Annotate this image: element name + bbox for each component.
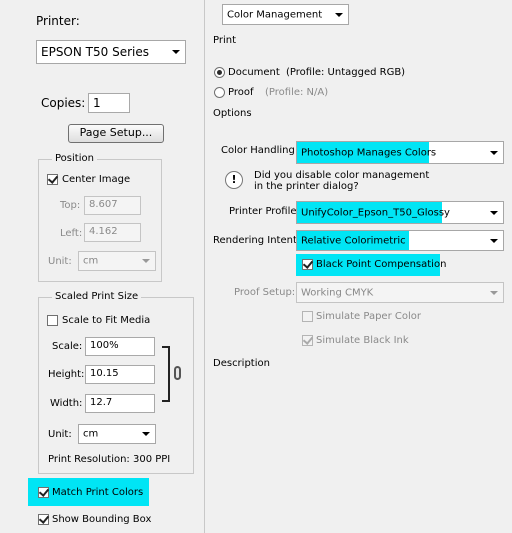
scaled-unit-label: Unit: [48, 429, 72, 440]
simulate-black-checkbox [302, 334, 314, 346]
scaled-print-size-title: Scaled Print Size [52, 291, 142, 302]
position-unit-label: Unit: [48, 256, 72, 267]
chevron-down-icon [490, 210, 498, 215]
chevron-down-icon [490, 150, 498, 155]
constrain-bracket [162, 346, 170, 402]
chevron-down-icon [490, 290, 498, 295]
black-point-checkbox[interactable] [302, 258, 314, 270]
chevron-down-icon [335, 12, 343, 17]
check-icon [38, 513, 50, 524]
chevron-down-icon [490, 238, 498, 243]
chevron-down-icon [172, 50, 180, 54]
color-handling-dropdown[interactable]: Photoshop Manages Colors [296, 141, 504, 164]
warning-icon: ! [225, 171, 243, 189]
scale-input[interactable]: 100% [85, 337, 155, 356]
document-profile: (Profile: Untagged RGB) [286, 67, 406, 78]
panel-divider [204, 0, 205, 533]
left-label: Left: [60, 228, 83, 239]
description-heading: Description [213, 358, 270, 369]
link-icon[interactable] [174, 366, 181, 380]
proof-setup-dropdown: Working CMYK [296, 282, 504, 303]
show-bounding-box-checkbox[interactable] [38, 513, 50, 525]
position-unit-value: cm [83, 255, 99, 267]
position-unit-dropdown: cm [78, 251, 156, 271]
scaled-unit-value: cm [83, 428, 99, 440]
page-setup-button[interactable]: Page Setup... [68, 124, 164, 143]
printer-label: Printer: [36, 14, 80, 28]
scale-label: Scale: [52, 341, 83, 352]
proof-label: Proof [228, 87, 254, 98]
check-icon [38, 486, 50, 497]
copies-label: Copies: [41, 96, 86, 110]
chevron-down-icon [142, 432, 150, 436]
height-input[interactable]: 10.15 [85, 365, 155, 384]
rendering-intent-dropdown[interactable]: Relative Colorimetric [296, 230, 504, 251]
color-handling-label: Color Handling: [221, 145, 299, 156]
printer-profile-dropdown[interactable]: UnifyColor_Epson_T50_Glossy [296, 201, 504, 224]
color-handling-value: Photoshop Manages Colors [301, 147, 437, 158]
printer-profile-label: Printer Profile: [229, 206, 300, 217]
match-print-colors-checkbox[interactable] [38, 486, 50, 498]
proof-setup-label: Proof Setup: [234, 287, 296, 298]
radio-dot [217, 70, 222, 75]
section-dropdown-value: Color Management [227, 9, 323, 20]
check-icon [302, 258, 314, 269]
options-heading: Options [213, 108, 252, 119]
document-radio[interactable] [214, 67, 225, 78]
match-print-colors-label: Match Print Colors [52, 487, 144, 498]
top-label: Top: [60, 200, 81, 211]
black-point-label: Black Point Compensation [316, 259, 447, 270]
proof-radio[interactable] [214, 87, 225, 98]
printer-dropdown[interactable]: EPSON T50 Series [36, 40, 186, 64]
width-input[interactable]: 12.7 [85, 394, 155, 413]
check-icon [47, 173, 59, 184]
notice-line2: in the printer dialog? [254, 181, 359, 192]
proof-setup-value: Working CMYK [301, 287, 374, 298]
width-label: Width: [50, 398, 83, 409]
center-image-label: Center Image [62, 174, 131, 185]
position-group-title: Position [52, 153, 97, 164]
scaled-unit-dropdown[interactable]: cm [78, 424, 156, 444]
check-icon [302, 334, 314, 345]
height-label: Height: [48, 369, 85, 380]
left-input: 4.162 [84, 223, 141, 242]
scale-to-fit-label: Scale to Fit Media [62, 315, 151, 326]
printer-profile-value: UnifyColor_Epson_T50_Glossy [301, 207, 450, 218]
scale-to-fit-checkbox[interactable] [47, 315, 58, 326]
chevron-down-icon [142, 259, 150, 263]
document-label: Document [228, 67, 280, 78]
notice-line1: Did you disable color management [254, 170, 430, 181]
rendering-intent-label: Rendering Intent: [213, 235, 301, 246]
section-dropdown[interactable]: Color Management [222, 4, 349, 25]
top-input: 8.607 [84, 196, 141, 215]
print-heading: Print [213, 35, 237, 46]
simulate-black-label: Simulate Black Ink [316, 335, 409, 346]
show-bounding-box-label: Show Bounding Box [52, 514, 152, 525]
rendering-intent-value: Relative Colorimetric [301, 235, 406, 246]
print-resolution: Print Resolution: 300 PPI [48, 454, 171, 465]
copies-input[interactable]: 1 [88, 93, 130, 113]
simulate-paper-checkbox [302, 311, 313, 322]
simulate-paper-label: Simulate Paper Color [316, 311, 421, 322]
printer-dropdown-value: EPSON T50 Series [41, 45, 149, 59]
center-image-checkbox[interactable] [47, 173, 59, 185]
proof-profile: (Profile: N/A) [265, 87, 329, 98]
